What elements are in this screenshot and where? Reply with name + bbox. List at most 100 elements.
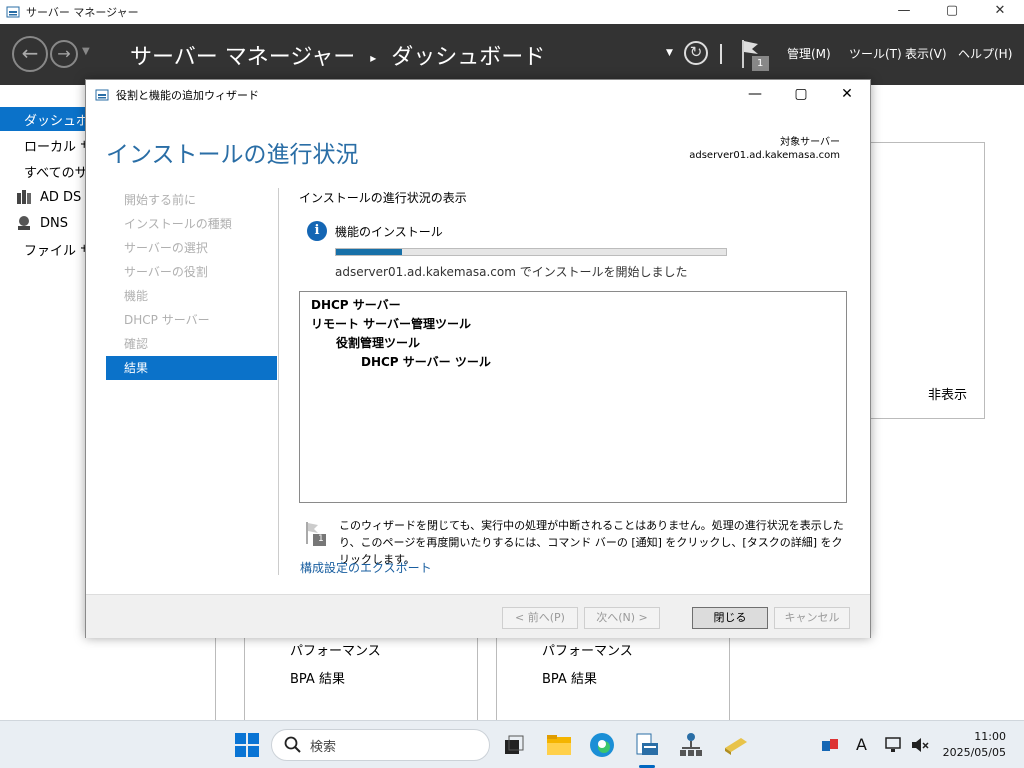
- steps-divider: [278, 188, 279, 575]
- server-manager-header: ← → ▼ サーバー マネージャー ▸ ダッシュボード ▼ ↻ 1 管理(M) …: [0, 24, 1024, 85]
- edge-browser-icon[interactable]: [589, 732, 615, 758]
- network-tool-icon[interactable]: [678, 732, 704, 758]
- step-dhcp-server: DHCP サーバー: [124, 313, 210, 327]
- back-arrow-icon: ←: [21, 41, 39, 65]
- dialog-titlebar: 役割と機能の追加ウィザード — ▢ ✕: [86, 80, 870, 110]
- feature-item: リモート サーバー管理ツール: [311, 317, 472, 331]
- server-manager-taskbar-icon[interactable]: [634, 732, 660, 758]
- target-server-label: 対象サーバー: [780, 137, 840, 148]
- nav-item-dns[interactable]: DNS: [0, 211, 86, 235]
- progress-fill: [336, 249, 403, 255]
- minimize-button[interactable]: —: [880, 0, 928, 24]
- dns-icon: [18, 216, 30, 230]
- nav-item-label: DNS: [40, 215, 68, 231]
- tray-app-icon[interactable]: [820, 736, 840, 754]
- nav-item-local-server[interactable]: ローカル サーバー: [0, 133, 86, 157]
- server-manager-icon: [95, 89, 109, 101]
- performance-link[interactable]: パフォーマンス: [290, 640, 381, 659]
- bpa-link[interactable]: BPA 結果: [290, 668, 345, 687]
- ime-indicator[interactable]: A: [856, 735, 867, 754]
- step-before-you-begin: 開始する前に: [124, 193, 197, 207]
- add-roles-wizard-dialog: 役割と機能の追加ウィザード — ▢ ✕ インストールの進行状況 対象サーバー a…: [85, 79, 871, 638]
- menu-help[interactable]: ヘルプ(H): [958, 45, 1012, 62]
- menu-manage[interactable]: 管理(M): [787, 45, 831, 62]
- step-results[interactable]: 結果: [106, 356, 277, 380]
- search-icon: [284, 736, 301, 753]
- close-button[interactable]: ✕: [976, 0, 1024, 24]
- nav-item-file-services[interactable]: ファイル サービスと記憶域サービス: [0, 237, 86, 261]
- dialog-window-controls: — ▢ ✕: [732, 80, 870, 108]
- dropdown-icon[interactable]: ▼: [666, 48, 673, 58]
- performance-link[interactable]: パフォーマンス: [542, 640, 633, 659]
- forward-button[interactable]: →: [50, 40, 78, 68]
- header-divider: [720, 44, 722, 64]
- taskbar: 検索 A 11:00 2025/05/05: [0, 720, 1024, 768]
- breadcrumb-separator-icon: ▸: [370, 51, 377, 65]
- role-tile-1: パフォーマンス BPA 結果: [244, 630, 478, 730]
- search-placeholder: 検索: [310, 739, 337, 755]
- ad-ds-icon: [17, 190, 31, 204]
- feature-install-label: 機能のインストール: [335, 225, 443, 239]
- windows-start-icon[interactable]: [234, 732, 260, 758]
- window-controls: — ▢ ✕: [880, 0, 1024, 24]
- breadcrumb-root[interactable]: サーバー マネージャー: [130, 45, 355, 70]
- feature-list[interactable]: DHCP サーバー リモート サーバー管理ツール 役割管理ツール DHCP サー…: [299, 291, 847, 503]
- nav-item-label: すべてのサーバー: [24, 165, 86, 181]
- info-icon: i: [307, 221, 327, 241]
- maximize-button[interactable]: ▢: [928, 0, 976, 24]
- menu-view[interactable]: 表示(V): [905, 45, 947, 62]
- step-features: 機能: [124, 289, 149, 303]
- dialog-close-button[interactable]: ✕: [824, 80, 870, 108]
- task-view-icon[interactable]: [501, 732, 527, 758]
- dialog-title: 役割と機能の追加ウィザード: [116, 89, 259, 102]
- target-server-name: adserver01.ad.kakemasa.com: [689, 150, 840, 161]
- breadcrumb: サーバー マネージャー ▸ ダッシュボード: [130, 39, 545, 71]
- target-server-info: 対象サーバー adserver01.ad.kakemasa.com: [689, 136, 840, 162]
- feature-item: 役割管理ツール: [336, 336, 421, 350]
- nav-item-all-servers[interactable]: すべてのサーバー: [0, 159, 86, 183]
- dialog-footer: < 前へ(P) 次へ(N) > 閉じる キャンセル: [86, 594, 870, 638]
- file-explorer-icon[interactable]: [546, 732, 572, 758]
- clock-date[interactable]: 2025/05/05: [936, 746, 1006, 759]
- step-confirmation: 確認: [124, 337, 149, 351]
- export-settings-link[interactable]: 構成設定のエクスポート: [300, 559, 432, 576]
- tools-folder-icon[interactable]: [723, 732, 749, 758]
- bpa-link[interactable]: BPA 結果: [542, 668, 597, 687]
- step-server-selection: サーバーの選択: [124, 241, 208, 255]
- nav-item-label: ダッシュボード: [24, 113, 86, 129]
- dialog-maximize-button[interactable]: ▢: [778, 80, 824, 108]
- hide-link[interactable]: 非表示: [928, 384, 967, 403]
- nav-item-label: AD DS: [40, 189, 82, 205]
- page-title: インストールの進行状況: [106, 142, 359, 168]
- welcome-tile: 非表示: [860, 142, 985, 419]
- taskbar-search[interactable]: 検索: [271, 729, 490, 761]
- forward-arrow-icon: →: [57, 44, 71, 63]
- app-titlebar: サーバー マネージャー — ▢ ✕: [0, 0, 1024, 24]
- install-progress-bar: [335, 248, 727, 256]
- feature-item: DHCP サーバー ツール: [361, 355, 491, 369]
- main-navigation: ダッシュボード ローカル サーバー すべてのサーバー AD DS DNS ファイ…: [0, 85, 86, 720]
- close-dialog-button[interactable]: 閉じる: [692, 607, 768, 629]
- clock-time[interactable]: 11:00: [966, 730, 1006, 743]
- role-tile-2: パフォーマンス BPA 結果: [496, 630, 730, 730]
- step-server-roles: サーバーの役割: [124, 265, 208, 279]
- breadcrumb-current: ダッシュボード: [391, 45, 546, 70]
- nav-item-dashboard[interactable]: ダッシュボード: [0, 107, 86, 131]
- notification-flag-icon[interactable]: [740, 38, 770, 72]
- refresh-icon[interactable]: ↻: [684, 41, 708, 65]
- nav-item-ad-ds[interactable]: AD DS: [0, 185, 86, 209]
- history-dropdown-icon[interactable]: ▼: [82, 46, 90, 57]
- previous-button[interactable]: < 前へ(P): [502, 607, 578, 629]
- cancel-button[interactable]: キャンセル: [774, 607, 850, 629]
- nav-item-label: ファイル サービスと記憶域サービス: [24, 243, 86, 259]
- dialog-minimize-button[interactable]: —: [732, 80, 778, 108]
- step-installation-type: インストールの種類: [124, 217, 232, 231]
- next-button[interactable]: 次へ(N) >: [584, 607, 660, 629]
- volume-muted-icon[interactable]: [910, 736, 930, 754]
- wizard-steps: 開始する前に インストールの種類 サーバーの選択 サーバーの役割 機能 DHCP…: [106, 188, 277, 380]
- install-status-text: adserver01.ad.kakemasa.com でインストールを開始しまし…: [335, 265, 688, 279]
- network-icon[interactable]: [884, 736, 904, 754]
- back-button[interactable]: ←: [12, 36, 48, 72]
- menu-tools[interactable]: ツール(T): [849, 45, 902, 62]
- server-manager-icon: [6, 6, 20, 18]
